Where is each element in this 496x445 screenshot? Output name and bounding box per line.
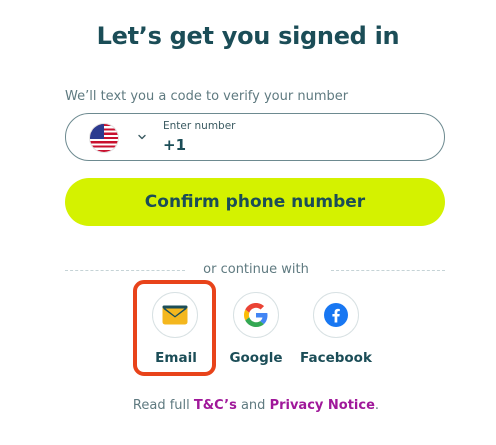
footer-suffix: . <box>374 398 380 413</box>
page-title: Let’s get you signed in <box>96 22 400 50</box>
facebook-button[interactable] <box>313 292 359 338</box>
phone-number-input[interactable]: +1 <box>163 136 186 154</box>
phone-hint: We’ll text you a code to verify your num… <box>65 89 349 104</box>
footer-prefix: Read full <box>132 398 190 413</box>
privacy-notice-link[interactable]: Privacy Notice <box>270 398 375 413</box>
google-icon <box>244 303 268 327</box>
phone-input-field[interactable]: Enter number +1 <box>65 113 445 161</box>
phone-number-label: Enter number <box>163 120 236 132</box>
google-button[interactable] <box>233 292 279 338</box>
email-highlight-box <box>133 280 216 376</box>
us-flag-icon[interactable] <box>90 124 118 152</box>
chevron-down-icon[interactable] <box>136 131 148 143</box>
tc-link[interactable]: T&C’s <box>194 398 237 413</box>
facebook-icon <box>324 303 348 327</box>
confirm-phone-button[interactable]: Confirm phone number <box>65 178 445 226</box>
footer-and: and <box>240 398 266 413</box>
terms-footer: Read full T&C’s and Privacy Notice. <box>0 398 496 413</box>
facebook-label: Facebook <box>300 350 372 366</box>
divider-line-right <box>331 270 445 271</box>
